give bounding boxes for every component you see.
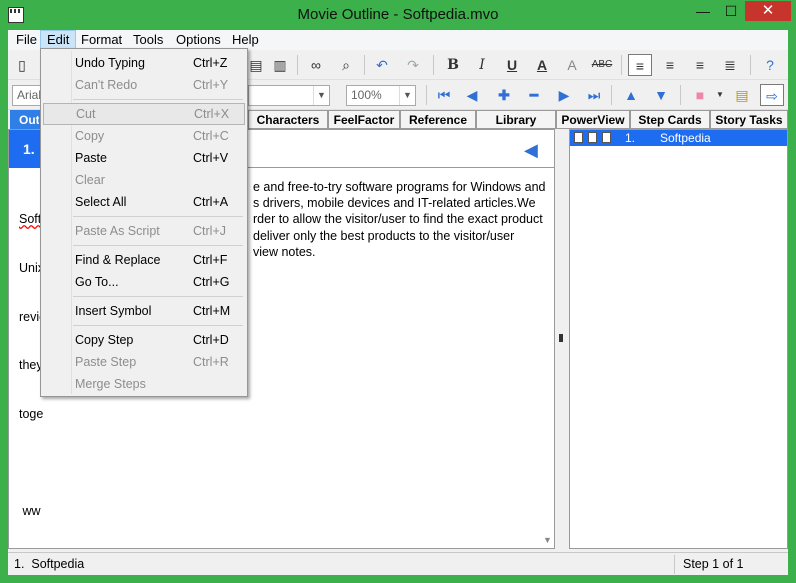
menu-item-undo[interactable]: Undo Typing Ctrl+Z xyxy=(43,52,245,74)
undo-icon[interactable]: ↶ xyxy=(370,54,394,76)
outline-step-number: 1. xyxy=(625,131,636,145)
last-step-icon[interactable]: ⏭ xyxy=(582,84,606,106)
chevron-down-icon: ▼ xyxy=(399,86,415,105)
notes-icon[interactable]: ▤ xyxy=(730,84,754,106)
underline-icon[interactable]: U xyxy=(500,54,524,76)
menu-item-cut[interactable]: Cut Ctrl+X xyxy=(43,103,245,125)
body-line-right: deliver only the best products to the vi… xyxy=(253,228,515,243)
italic-icon[interactable]: I xyxy=(470,54,494,76)
collapse-arrow-icon[interactable]: ◀ xyxy=(524,140,538,161)
menu-item-select-all[interactable]: Select All Ctrl+A xyxy=(43,191,245,213)
move-up-icon[interactable]: ▲ xyxy=(619,84,643,106)
outline-step-title: Softpedia xyxy=(660,131,711,145)
menu-edit[interactable]: Edit xyxy=(40,30,77,50)
strikethrough-icon[interactable]: ABC xyxy=(590,54,614,76)
tab-powerview[interactable]: PowerView xyxy=(556,110,630,129)
body-line-right: rder to allow the visitor/user to find t… xyxy=(253,212,543,227)
menu-item-clear[interactable]: Clear xyxy=(43,169,245,191)
step-card-icon xyxy=(574,132,583,143)
menu-item-paste-step[interactable]: Paste Step Ctrl+R xyxy=(43,351,245,373)
book-icon[interactable]: ▥ xyxy=(268,54,292,76)
status-step-counter-box: Step 1 of 1 xyxy=(674,555,786,574)
body-line-left xyxy=(19,454,59,470)
outline-pane: 1. Softpedia xyxy=(569,129,788,549)
bold-icon[interactable]: B xyxy=(441,54,465,76)
add-step-icon[interactable]: ✚ xyxy=(492,84,516,106)
align-right-icon[interactable]: ≡ xyxy=(688,54,712,76)
menu-item-copy[interactable]: Copy Ctrl+C xyxy=(43,125,245,147)
body-line-left: toge xyxy=(19,406,44,421)
zoom-select[interactable]: 100% ▼ xyxy=(346,85,416,106)
remove-step-icon[interactable]: ━ xyxy=(522,84,546,106)
pane-splitter[interactable] xyxy=(555,129,569,549)
new-file-icon[interactable]: ▯ xyxy=(10,54,34,76)
tab-step-cards[interactable]: Step Cards xyxy=(630,110,710,129)
menu-item-redo[interactable]: Can't Redo Ctrl+Y xyxy=(43,74,245,96)
menu-bar: File Edit Format Tools Options Help xyxy=(8,30,788,50)
menu-help[interactable]: Help xyxy=(226,30,265,50)
menu-file[interactable]: File xyxy=(10,30,43,50)
next-step-icon[interactable]: ▶ xyxy=(552,84,576,106)
menu-item-copy-step[interactable]: Copy Step Ctrl+D xyxy=(43,329,245,351)
status-bar: 1. Softpedia Step 1 of 1 xyxy=(8,552,788,575)
chevron-down-icon[interactable]: ▼ xyxy=(708,84,732,106)
outline-row[interactable]: 1. Softpedia xyxy=(570,130,787,146)
clear-format-icon[interactable]: A xyxy=(560,54,584,76)
menu-item-merge-steps[interactable]: Merge Steps xyxy=(43,373,245,395)
export-icon[interactable]: ⇨ xyxy=(760,84,784,106)
tab-feelfactor[interactable]: FeelFactor xyxy=(328,110,400,129)
menu-item-go-to[interactable]: Go To... Ctrl+G xyxy=(43,271,245,293)
justify-icon[interactable]: ≣ xyxy=(718,54,742,76)
title-bar[interactable]: Movie Outline - Softpedia.mvo — ☐ ✕ xyxy=(0,0,796,30)
help-icon[interactable]: ? xyxy=(758,54,782,76)
chevron-down-icon: ▼ xyxy=(313,86,329,105)
font-size-select[interactable]: ▼ xyxy=(248,85,330,106)
menu-options[interactable]: Options xyxy=(170,30,227,50)
menu-item-insert-symbol[interactable]: Insert Symbol Ctrl+M xyxy=(43,300,245,322)
redo-icon[interactable]: ↷ xyxy=(401,54,425,76)
font-color-icon[interactable]: A xyxy=(530,54,554,76)
scroll-down-icon[interactable]: ▼ xyxy=(543,535,552,545)
maximize-button[interactable]: ☐ xyxy=(718,1,744,21)
align-left-icon[interactable]: ≡ xyxy=(628,54,652,76)
splitter-grip-icon[interactable] xyxy=(559,334,563,342)
menu-format[interactable]: Format xyxy=(75,30,128,50)
edit-menu-dropdown: Undo Typing Ctrl+Z Can't Redo Ctrl+Y Cut Ct… xyxy=(40,48,248,397)
binoculars-icon[interactable]: ∞ xyxy=(304,54,328,76)
menu-item-paste-as-script[interactable]: Paste As Script Ctrl+J xyxy=(43,220,245,242)
tab-story-tasks[interactable]: Story Tasks xyxy=(710,110,788,129)
menu-item-find-replace[interactable]: Find & Replace Ctrl+F xyxy=(43,249,245,271)
status-step-counter: Step 1 of 1 xyxy=(683,557,744,571)
move-down-icon[interactable]: ▼ xyxy=(649,84,673,106)
notes-page-icon xyxy=(602,132,611,143)
find-icon[interactable]: ⌕ xyxy=(334,54,358,76)
tab-reference[interactable]: Reference xyxy=(400,110,476,129)
align-center-icon[interactable]: ≡ xyxy=(658,54,682,76)
body-line-right: s drivers, mobile devices and IT-related… xyxy=(253,196,536,211)
body-line-right: view notes. xyxy=(253,244,316,259)
body-line-left: ww xyxy=(19,503,41,518)
prev-step-icon[interactable]: ◀ xyxy=(460,84,484,106)
window-title: Movie Outline - Softpedia.mvo xyxy=(297,6,499,23)
tab-characters[interactable]: Characters xyxy=(248,110,328,129)
script-icon xyxy=(588,132,597,143)
menu-tools[interactable]: Tools xyxy=(127,30,169,50)
first-step-icon[interactable]: ⏮ xyxy=(432,84,456,106)
minimize-button[interactable]: — xyxy=(690,1,716,21)
status-current-step: 1. Softpedia xyxy=(14,557,85,571)
editor-scrollbar[interactable]: ▼ xyxy=(541,129,555,549)
step-number: 1. xyxy=(23,141,35,157)
tab-library[interactable]: Library xyxy=(476,110,556,129)
body-line-right: e and free-to-try software programs for … xyxy=(253,180,546,194)
menu-item-paste[interactable]: Paste Ctrl+V xyxy=(43,147,245,169)
close-button[interactable]: ✕ xyxy=(745,1,791,21)
